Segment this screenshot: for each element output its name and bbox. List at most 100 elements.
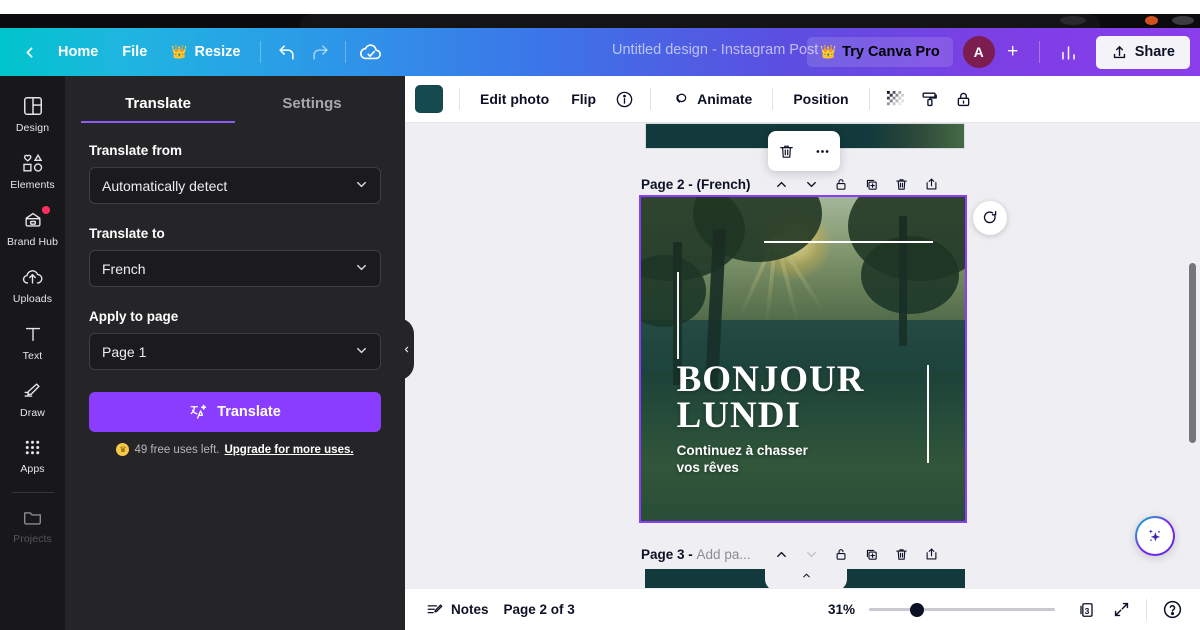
sidebar-label-draw: Draw: [20, 407, 45, 419]
brand-hub-badge-dot: [42, 206, 50, 214]
chevron-down-icon-2: [354, 260, 369, 278]
plus-label: +: [1007, 41, 1019, 62]
sidebar-item-draw[interactable]: Draw: [2, 371, 63, 426]
page-3-move-up-button[interactable]: [767, 541, 797, 567]
sidebar-item-projects[interactable]: Projects: [2, 497, 63, 552]
translate-panel: Translate Settings Translate from Automa…: [65, 76, 405, 630]
canvas-vertical-scrollbar[interactable]: [1189, 263, 1196, 443]
sidebar-label-text: Text: [22, 350, 43, 362]
add-collaborator-button[interactable]: +: [999, 38, 1027, 66]
share-button[interactable]: Share: [1095, 35, 1190, 69]
file-label: File: [122, 44, 148, 60]
usage-note-row: ♛ 49 free uses left. Upgrade for more us…: [89, 443, 381, 456]
home-label: Home: [58, 44, 99, 60]
page-2-delete-button[interactable]: [887, 171, 917, 197]
bottombar-divider: [1146, 598, 1147, 621]
panel-tab-list: Translate Settings: [65, 84, 405, 123]
info-circle-icon[interactable]: [608, 83, 640, 115]
avatar[interactable]: A: [962, 36, 995, 68]
undo-button[interactable]: [269, 35, 303, 69]
page-3-duplicate-button[interactable]: [857, 541, 887, 567]
translate-from-select[interactable]: Automatically detect: [89, 167, 381, 204]
position-label: Position: [793, 91, 849, 107]
try-pro-label: Try Canva Pro: [842, 44, 940, 60]
crown-icon-pro: 👑: [819, 44, 837, 59]
sidebar-item-brand-hub[interactable]: Brand Hub: [2, 200, 63, 255]
canvas-scroll-area[interactable]: Page 2 - (French) BONJOUR LUNDI Continue…: [405, 123, 1200, 588]
translate-sparkle-icon: [190, 404, 207, 419]
context-more-button[interactable]: [808, 137, 836, 165]
page-2-move-down-button[interactable]: [797, 171, 827, 197]
page-2-move-up-button[interactable]: [767, 171, 797, 197]
decor-line-horizontal[interactable]: [764, 240, 933, 244]
trash-icon: [779, 145, 793, 158]
translate-to-select[interactable]: French: [89, 250, 381, 287]
sidebar-label-uploads: Uploads: [12, 293, 53, 305]
toolbar-divider-2: [345, 41, 347, 63]
design-title[interactable]: Untitled design - Instagram Post: [612, 42, 818, 58]
edit-photo-button[interactable]: Edit photo: [470, 84, 559, 114]
notes-button[interactable]: Notes: [417, 595, 498, 625]
page-3-add-page-button[interactable]: [917, 541, 947, 567]
upgrade-link[interactable]: Upgrade for more uses.: [224, 444, 353, 456]
flip-button[interactable]: Flip: [561, 84, 606, 114]
page-3-delete-button[interactable]: [887, 541, 917, 567]
headline-text[interactable]: BONJOUR LUNDI: [677, 361, 865, 433]
tab-settings[interactable]: Settings: [235, 84, 389, 123]
decor-line-vertical-left[interactable]: [676, 271, 680, 359]
redo-button[interactable]: [303, 35, 337, 69]
page-3-lock-button[interactable]: [827, 541, 857, 567]
subheadline-text[interactable]: Continuez à chasser vos rêves: [677, 443, 808, 476]
home-button[interactable]: Home: [46, 37, 110, 67]
bar-chart-icon[interactable]: [1052, 35, 1086, 69]
zoom-level-value[interactable]: 31%: [828, 602, 855, 617]
cloud-saved-icon[interactable]: [354, 35, 388, 69]
page-2-duplicate-button[interactable]: [857, 171, 887, 197]
editor-toolbar: Edit photo Flip Animate Position: [405, 76, 1200, 123]
apply-to-page-select[interactable]: Page 1: [89, 333, 381, 370]
back-button[interactable]: [12, 35, 46, 69]
tab-translate[interactable]: Translate: [81, 84, 235, 123]
add-page-icon: [926, 548, 937, 559]
transparency-checker-icon[interactable]: [880, 83, 912, 115]
resize-button[interactable]: 👑 Resize: [159, 37, 252, 67]
sidebar-item-apps[interactable]: Apps: [2, 428, 63, 482]
translate-button[interactable]: Translate: [89, 392, 381, 432]
decor-line-vertical-right[interactable]: [926, 365, 930, 463]
toolbar-divider: [260, 41, 262, 63]
sidebar-item-design[interactable]: Design: [2, 86, 63, 141]
sidebar-item-elements[interactable]: Elements: [2, 143, 63, 198]
help-button[interactable]: [1156, 594, 1188, 626]
collapse-panel-handle[interactable]: [398, 318, 414, 380]
position-button[interactable]: Position: [783, 84, 858, 114]
animate-button[interactable]: Animate: [661, 83, 762, 116]
page-grid-button[interactable]: 3: [1071, 594, 1103, 626]
translate-button-label: Translate: [217, 404, 281, 420]
elements-shapes-icon: [22, 153, 42, 172]
page-3-move-down-button: [797, 541, 827, 567]
et-divider-4: [868, 88, 870, 110]
zoom-slider[interactable]: [869, 602, 1055, 617]
animate-label: Animate: [697, 91, 753, 107]
sidebar-item-text[interactable]: Text: [2, 314, 63, 369]
animate-circles-icon: [676, 93, 687, 103]
crown-icon: 👑: [171, 44, 188, 59]
duplicate-page-float-button[interactable]: [973, 201, 1007, 235]
try-canva-pro-button[interactable]: 👑 Try Canva Pro: [806, 37, 953, 67]
fullscreen-button[interactable]: [1105, 594, 1137, 626]
page-2-add-page-button[interactable]: [917, 171, 947, 197]
chevron-left-icon: [404, 346, 408, 352]
design-canvas-page-2[interactable]: BONJOUR LUNDI Continuez à chasser vos rê…: [639, 195, 967, 523]
lock-closed-icon[interactable]: [948, 83, 980, 115]
paint-roller-icon[interactable]: [914, 83, 946, 115]
magic-assistant-button[interactable]: [1135, 516, 1175, 556]
page-scroll-collapse-tab[interactable]: [765, 569, 847, 588]
zoom-slider-thumb[interactable]: [910, 602, 924, 617]
context-trash-button[interactable]: [772, 137, 800, 165]
resize-label: Resize: [194, 44, 241, 60]
file-menu-button[interactable]: File: [110, 37, 159, 67]
top-header-right: 👑 Try Canva Pro A + Share: [806, 28, 1190, 76]
sidebar-item-uploads[interactable]: Uploads: [2, 257, 63, 312]
color-swatch-button[interactable]: [415, 85, 443, 113]
page-2-lock-button[interactable]: [827, 171, 857, 197]
